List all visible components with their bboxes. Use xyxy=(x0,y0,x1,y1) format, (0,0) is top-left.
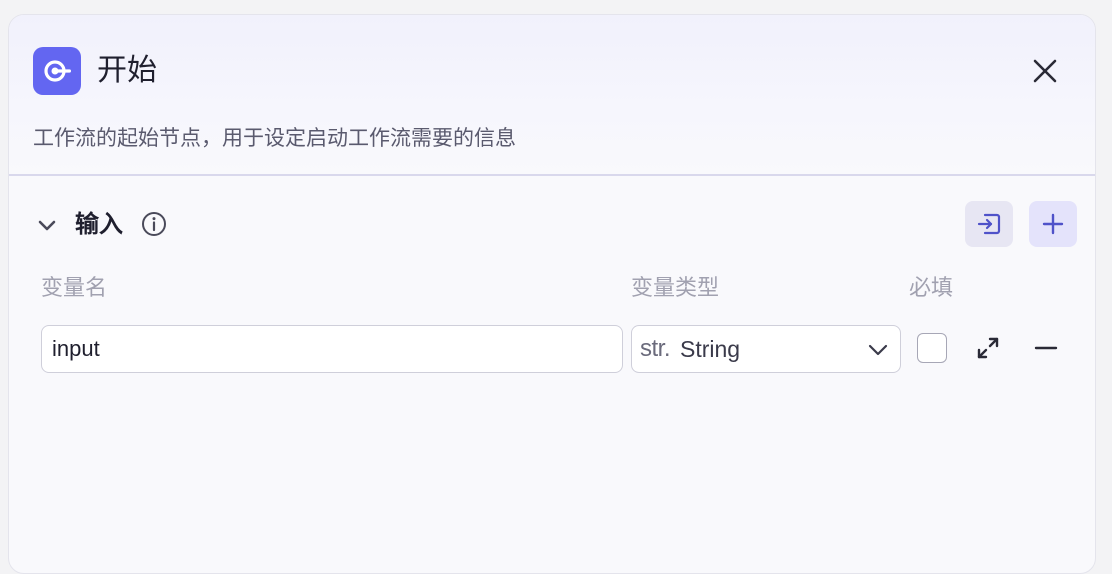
close-icon xyxy=(1033,59,1057,83)
chevron-down-icon xyxy=(868,344,888,356)
required-checkbox[interactable] xyxy=(917,333,947,363)
chevron-down-icon[interactable] xyxy=(35,213,59,237)
start-node-icon xyxy=(33,47,81,95)
plus-icon xyxy=(1042,213,1064,235)
panel-header: 开始 工作流的起始节点，用于设定启动工作流需要的信息 xyxy=(9,15,1095,176)
add-variable-button[interactable] xyxy=(1029,201,1077,247)
column-header-required: 必填 xyxy=(909,276,954,301)
column-header-name: 变量名 xyxy=(41,276,108,301)
close-button[interactable] xyxy=(1029,55,1061,87)
remove-variable-icon[interactable] xyxy=(1031,333,1061,363)
type-value: String xyxy=(680,336,741,362)
type-prefix: str. xyxy=(640,335,671,362)
import-variables-button[interactable] xyxy=(965,201,1013,247)
variable-name-input[interactable] xyxy=(41,325,623,373)
start-node-panel: 开始 工作流的起始节点，用于设定启动工作流需要的信息 输入 变量名 变量类型 必… xyxy=(8,14,1096,574)
input-section-title: 输入 xyxy=(75,210,123,238)
info-icon[interactable] xyxy=(141,211,167,237)
node-description: 工作流的起始节点，用于设定启动工作流需要的信息 xyxy=(33,126,516,150)
column-header-type: 变量类型 xyxy=(631,276,720,301)
variable-type-select[interactable]: str. String xyxy=(631,325,901,373)
node-title: 开始 xyxy=(97,53,157,88)
expand-icon[interactable] xyxy=(973,333,1003,363)
import-icon xyxy=(977,213,1001,235)
input-section-header: 输入 xyxy=(9,201,1095,251)
